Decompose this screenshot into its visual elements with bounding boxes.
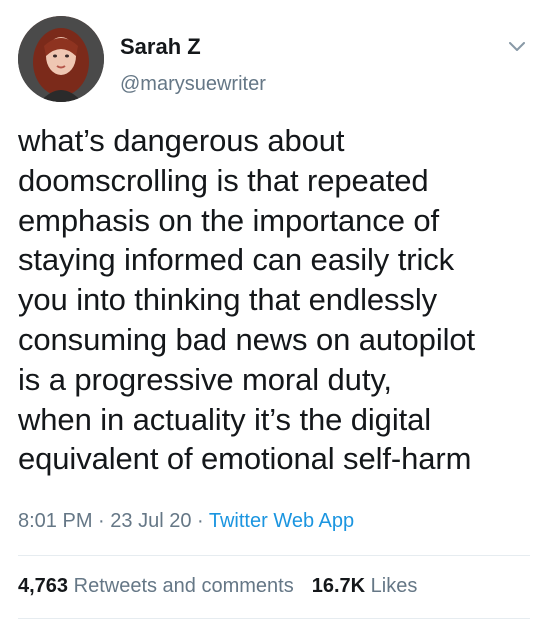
tweet-stats: 4,763 Retweets and comments 16.7K Likes [18, 572, 417, 600]
likes-stat[interactable]: 16.7K Likes [312, 575, 418, 597]
tweet-text: what’s dangerous about doomscrolling is … [18, 121, 533, 479]
chevron-down-icon[interactable] [506, 36, 528, 58]
meta-separator: · [191, 510, 209, 532]
tweet-line: staying informed can easily trick [18, 242, 455, 278]
tweet-time[interactable]: 8:01 PM [18, 510, 92, 532]
retweets-stat[interactable]: 4,763 Retweets and comments [18, 575, 294, 597]
tweet-source-app[interactable]: Twitter Web App [209, 510, 354, 532]
tweet-header: Sarah Z @marysuewriter [18, 16, 528, 104]
divider [18, 555, 530, 556]
avatar-image [18, 16, 104, 102]
tweet-card: Sarah Z @marysuewriter what’s dangerous … [0, 0, 540, 623]
tweet-line: emphasis on the importance of [18, 202, 440, 238]
retweets-label: Retweets and comments [73, 575, 294, 597]
tweet-line: what’s dangerous about [18, 123, 345, 158]
tweet-line: doomscrolling is that repeated [18, 162, 429, 198]
meta-separator: · [92, 510, 111, 532]
likes-count: 16.7K [311, 575, 366, 597]
tweet-line: equivalent of emotional self-harm [18, 441, 472, 477]
tweet-line: is a progressive moral duty, [18, 361, 392, 397]
retweets-count: 4,763 [18, 575, 69, 597]
divider [18, 618, 530, 619]
author-name[interactable]: Sarah Z [120, 34, 201, 60]
tweet-line: consuming bad news on autopilot [18, 321, 476, 357]
author-handle[interactable]: @marysuewriter [120, 72, 266, 96]
tweet-date[interactable]: 23 Jul 20 [110, 510, 191, 532]
avatar[interactable] [18, 16, 104, 102]
likes-label: Likes [370, 575, 418, 597]
tweet-metadata: 8:01 PM · 23 Jul 20 · Twitter Web App [18, 507, 354, 535]
tweet-line: you into thinking that endlessly [18, 282, 438, 318]
tweet-line: when in actuality it’s the digital [18, 401, 432, 437]
